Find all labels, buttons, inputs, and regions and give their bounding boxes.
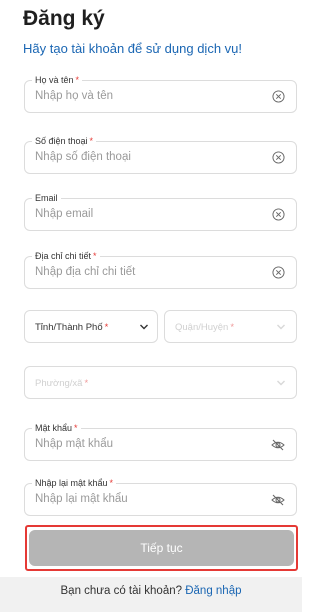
full-name-label: Họ và tên * [32, 75, 83, 86]
full-name-placeholder: Nhập họ và tên [35, 90, 114, 102]
footer-bar: Bạn chưa có tài khoản? Đăng nhập [0, 577, 302, 612]
eye-off-icon[interactable] [271, 439, 285, 451]
clear-icon[interactable] [272, 208, 285, 221]
address-label: Địa chỉ chi tiết * [32, 251, 100, 262]
email-field[interactable]: Email Nhập email [24, 193, 297, 231]
page-subtitle: Hãy tạo tài khoản để sử dụng dịch vụ! [23, 41, 243, 56]
clear-icon[interactable] [272, 266, 285, 279]
ward-value: Phường/xã * [35, 378, 89, 389]
eye-off-icon[interactable] [271, 494, 285, 506]
clear-icon[interactable] [272, 90, 285, 103]
phone-placeholder: Nhập số điện thoại [35, 151, 131, 163]
full-name-field[interactable]: Họ và tên * Nhập họ và tên [24, 75, 297, 113]
continue-button[interactable]: Tiếp tục [29, 530, 294, 566]
chevron-down-icon [277, 380, 285, 386]
ward-select[interactable]: Phường/xã * [24, 366, 297, 399]
password-placeholder: Nhập mật khẩu [35, 438, 113, 450]
email-placeholder: Nhập email [35, 208, 94, 220]
chevron-down-icon [140, 324, 148, 330]
confirm-password-placeholder: Nhập lại mật khẩu [35, 493, 128, 505]
clear-icon[interactable] [272, 151, 285, 164]
continue-button-label: Tiếp tục [140, 541, 183, 555]
district-select[interactable]: Quận/Huyện * [164, 310, 297, 343]
password-label: Mật khẩu * [32, 423, 81, 434]
continue-button-highlight: Tiếp tục [25, 525, 298, 571]
phone-field[interactable]: Số điện thoại * Nhập số điện thoại [24, 136, 297, 174]
address-field[interactable]: Địa chỉ chi tiết * Nhập địa chỉ chi tiết [24, 251, 297, 289]
province-select[interactable]: Tỉnh/Thành Phố * [24, 310, 158, 343]
email-label: Email [32, 193, 61, 204]
login-prompt: Bạn chưa có tài khoản? Đăng nhập [60, 585, 242, 597]
password-field[interactable]: Mật khẩu * Nhập mật khẩu [24, 423, 297, 461]
confirm-password-label: Nhập lại mật khẩu * [32, 478, 117, 489]
confirm-password-field[interactable]: Nhập lại mật khẩu * Nhập lại mật khẩu [24, 478, 297, 516]
chevron-down-icon [277, 324, 285, 330]
address-placeholder: Nhập địa chỉ chi tiết [35, 266, 136, 278]
district-value: Quận/Huyện * [175, 322, 235, 333]
page-title: Đăng ký [23, 7, 105, 30]
login-link[interactable]: Đăng nhập [185, 585, 241, 597]
province-value: Tỉnh/Thành Phố * [35, 322, 109, 333]
phone-label: Số điện thoại * [32, 136, 97, 147]
